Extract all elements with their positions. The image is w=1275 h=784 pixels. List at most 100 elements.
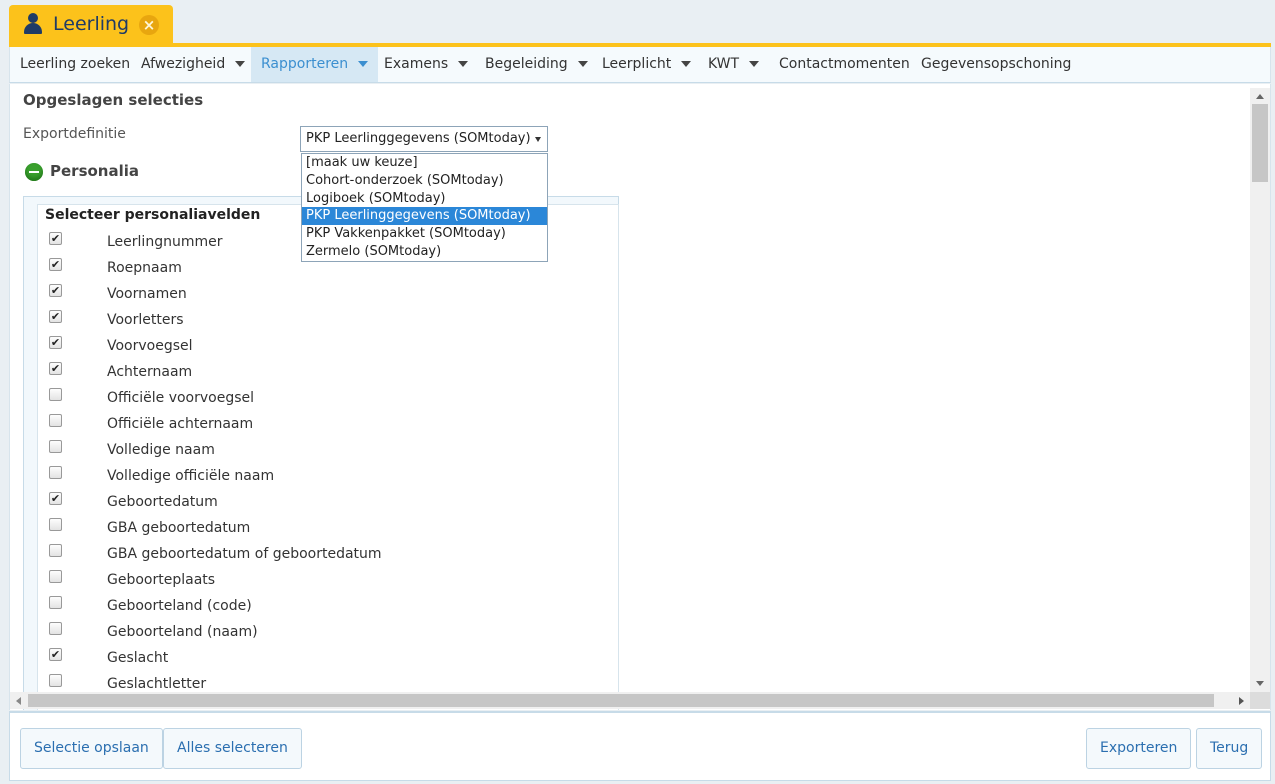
user-icon [23,13,43,35]
dropdown-option[interactable]: Zermelo (SOMtoday) [302,243,547,261]
field-label: Volledige naam [107,442,215,458]
scroll-up-icon[interactable] [1256,94,1264,99]
menu-item-label: Leerling zoeken [20,56,131,72]
menu-item-gegevensopschoning[interactable]: Gegevensopschoning [911,47,1081,82]
export-button[interactable]: Exporteren [1086,728,1192,769]
field-checkbox[interactable]: ✔ [49,232,62,245]
field-label: Roepnaam [107,260,182,276]
field-checkbox[interactable] [49,518,62,531]
field-checkbox[interactable]: ✔ [49,336,62,349]
vertical-scrollbar[interactable] [1250,88,1270,692]
field-label: Leerlingnummer [107,234,223,250]
save-selection-button[interactable]: Selectie opslaan [20,728,163,769]
menu-item-leerling-zoeken[interactable]: Leerling zoeken [10,47,140,82]
field-row: Geboorteland (code) [38,596,608,622]
dropdown-option[interactable]: PKP Vakkenpakket (SOMtoday) [302,225,547,243]
field-label: Officiële voorvoegsel [107,390,255,406]
back-button[interactable]: Terug [1196,728,1263,769]
close-icon[interactable]: × [139,15,159,35]
menu-item-label: Examens [384,56,449,72]
field-label: Geboorteland (naam) [107,624,258,640]
field-checkbox[interactable] [49,414,62,427]
scroll-down-icon[interactable] [1256,681,1264,686]
app-tab-leerling[interactable]: Leerling × [9,5,173,45]
menu-item-afwezigheid[interactable]: Afwezigheid [131,47,255,82]
field-row: ✔ Voorletters [38,310,608,336]
menu-item-label: Gegevensopschoning [921,56,1072,72]
footer-bar: Selectie opslaan Alles selecteren Export… [9,711,1271,781]
field-label: Geslachtletter [107,676,207,692]
top-bar: Leerling × [0,0,1275,45]
scroll-left-icon[interactable] [16,697,21,705]
menu-item-rapporteren[interactable]: Rapporteren [251,47,379,82]
chevron-down-icon [358,61,369,67]
select-all-button[interactable]: Alles selecteren [163,728,302,769]
field-checkbox[interactable] [49,388,62,401]
field-checkbox[interactable] [49,544,62,557]
field-checkbox[interactable]: ✔ [49,310,62,323]
field-row: Geboorteplaats [38,570,608,596]
horizontal-scrollbar[interactable] [10,692,1250,709]
select-value: PKP Leerlinggegevens (SOMtoday) [306,131,531,146]
personalia-fieldset: Selecteer personaliavelden ✔ Leerlingnumm… [23,196,619,710]
dropdown-option[interactable]: [maak uw keuze] [302,154,547,172]
field-checkbox[interactable] [49,596,62,609]
field-label: Voorletters [107,312,184,328]
scroll-right-icon[interactable] [1239,697,1244,705]
exportdefinitie-dropdown: [maak uw keuze] Cohort-onderzoek (SOMtoda… [301,153,548,262]
select-caret-icon [535,137,541,142]
field-checkbox[interactable] [49,570,62,583]
field-label: Voorvoegsel [107,338,193,354]
app-tab-title: Leerling [53,13,130,35]
menu-item-examens[interactable]: Examens [374,47,478,82]
field-row: Volledige naam [38,440,608,466]
section-title: Opgeslagen selecties [23,91,204,109]
field-row: Geboorteland (naam) [38,622,608,648]
menu-item-label: Rapporteren [261,56,349,72]
chevron-down-icon [577,61,588,67]
main-menu: Leerling zoeken Afwezigheid Rapporteren Exa… [9,47,1271,83]
collapse-icon[interactable] [25,163,43,181]
exportdefinitie-select[interactable]: PKP Leerlinggegevens (SOMtoday) [300,126,548,152]
field-row: Officiële achternaam [38,414,608,440]
field-checkbox[interactable] [49,622,62,635]
vertical-scroll-thumb[interactable] [1252,104,1268,182]
menu-item-begeleiding[interactable]: Begeleiding [475,47,598,82]
field-label: Achternaam [107,364,193,380]
chevron-down-icon [681,61,692,67]
chevron-down-icon [458,61,469,67]
scrollbar-corner [1250,692,1270,709]
field-label: Geboorteplaats [107,572,216,588]
field-checkbox[interactable]: ✔ [49,648,62,661]
field-checkbox[interactable] [49,466,62,479]
chevron-down-icon [749,61,760,67]
horizontal-scroll-thumb[interactable] [28,694,1214,707]
field-checkbox[interactable]: ✔ [49,258,62,271]
field-row: ✔ Geslacht [38,648,608,674]
menu-item-kwt[interactable]: KWT [698,47,769,82]
personalia-fields: Selecteer personaliavelden ✔ Leerlingnumm… [37,204,619,710]
field-checkbox[interactable]: ✔ [49,284,62,297]
field-checkbox[interactable]: ✔ [49,362,62,375]
menu-item-leerplicht[interactable]: Leerplicht [592,47,701,82]
field-row: ✔ Geboortedatum [38,492,608,518]
menu-item-label: Begeleiding [485,56,568,72]
field-label: Volledige officiële naam [107,468,275,484]
field-label: Voornamen [107,286,187,302]
field-row: ✔ Achternaam [38,362,608,388]
menu-item-label: KWT [708,56,740,72]
dropdown-option[interactable]: Logiboek (SOMtoday) [302,190,547,208]
dropdown-option[interactable]: PKP Leerlinggegevens (SOMtoday) [302,207,547,226]
field-label: GBA geboortedatum of geboortedatum [107,546,382,562]
chevron-down-icon [235,61,246,67]
field-row: ✔ Voornamen [38,284,608,310]
dropdown-option[interactable]: Cohort-onderzoek (SOMtoday) [302,172,547,190]
field-checkbox[interactable]: ✔ [49,492,62,505]
field-label: Geboortedatum [107,494,218,510]
field-label: GBA geboortedatum [107,520,251,536]
menu-item-label: Leerplicht [602,56,672,72]
menu-item-contactmomenten[interactable]: Contactmomenten [769,47,920,82]
field-checkbox[interactable] [49,440,62,453]
field-checkbox[interactable] [49,674,62,687]
field-label: Geslacht [107,650,169,666]
